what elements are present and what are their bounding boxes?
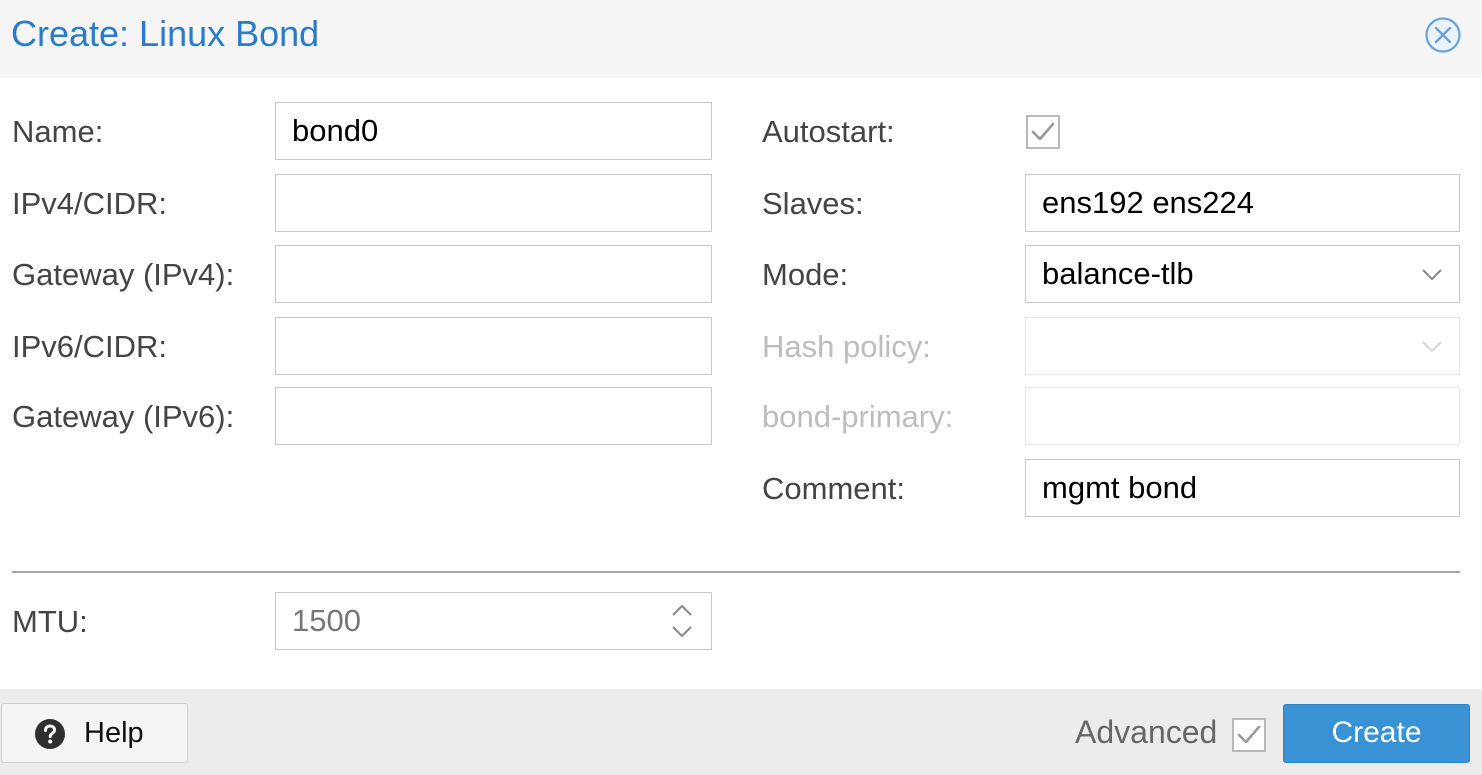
mtu-spinner[interactable]: 1500	[275, 592, 712, 650]
gateway-ipv4-label: Gateway (IPv4):	[12, 257, 235, 292]
name-input[interactable]: bond0	[275, 102, 712, 160]
ipv4-cidr-label: IPv4/CIDR:	[12, 186, 168, 221]
help-button-label: Help	[84, 717, 144, 749]
bond-primary-input	[1025, 387, 1460, 445]
mode-select[interactable]: balance-tlb	[1025, 245, 1460, 303]
chevron-down-icon	[1422, 341, 1442, 353]
slaves-label: Slaves:	[762, 186, 864, 221]
close-icon[interactable]	[1424, 16, 1462, 54]
mtu-label: MTU:	[12, 604, 88, 639]
question-circle-icon	[35, 719, 65, 749]
spinner-updown-icon[interactable]	[669, 602, 695, 640]
hash-policy-label: Hash policy:	[762, 329, 931, 364]
dialog-header: Create: Linux Bond	[0, 0, 1482, 78]
chevron-down-icon[interactable]	[1419, 261, 1445, 287]
autostart-checkbox[interactable]	[1026, 115, 1060, 149]
advanced-divider	[12, 571, 1460, 573]
name-label: Name:	[12, 114, 104, 149]
gateway-ipv4-input[interactable]	[275, 245, 712, 303]
advanced-checkbox[interactable]	[1232, 718, 1266, 752]
comment-input[interactable]: mgmt bond	[1025, 459, 1460, 517]
ipv6-cidr-label: IPv6/CIDR:	[12, 329, 168, 364]
hash-policy-select	[1025, 317, 1460, 375]
dialog-title: Create: Linux Bond	[11, 13, 320, 54]
mtu-value: 1500	[292, 603, 361, 638]
mode-label: Mode:	[762, 257, 849, 292]
bond-primary-label: bond-primary:	[762, 399, 954, 434]
advanced-label: Advanced	[1075, 714, 1218, 750]
ipv6-cidr-input[interactable]	[275, 317, 712, 375]
autostart-label: Autostart:	[762, 114, 895, 149]
ipv4-cidr-input[interactable]	[275, 174, 712, 232]
slaves-input[interactable]: ens192 ens224	[1025, 174, 1460, 232]
create-button[interactable]: Create	[1283, 704, 1470, 763]
mode-value: balance-tlb	[1042, 256, 1194, 291]
gateway-ipv6-input[interactable]	[275, 387, 712, 445]
help-button[interactable]: Help	[1, 703, 188, 763]
comment-label: Comment:	[762, 471, 905, 506]
gateway-ipv6-label: Gateway (IPv6):	[12, 399, 235, 434]
